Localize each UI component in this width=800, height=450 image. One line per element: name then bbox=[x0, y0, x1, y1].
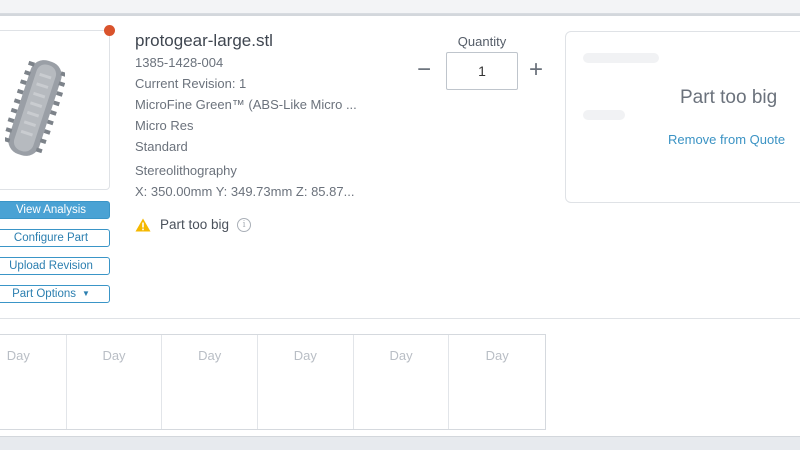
part-options-dropdown[interactable]: Part Options ▼ bbox=[0, 285, 110, 303]
part-resolution: Micro Res bbox=[135, 118, 194, 133]
quantity-label: Quantity bbox=[457, 34, 507, 49]
part-options-label: Part Options bbox=[12, 288, 76, 300]
lead-time-option[interactable]: Day bbox=[354, 335, 450, 429]
part-number: 1385-1428-004 bbox=[135, 55, 224, 70]
card-top-border bbox=[0, 14, 800, 16]
part-warning: Part too big i bbox=[135, 217, 252, 232]
lead-time-option[interactable]: Day bbox=[0, 335, 67, 429]
part-finish: Standard bbox=[135, 139, 188, 154]
quantity-input[interactable] bbox=[446, 52, 518, 90]
price-placeholder-line bbox=[583, 53, 659, 63]
warning-text: Part too big bbox=[160, 217, 230, 232]
lead-time-option[interactable]: Day bbox=[258, 335, 354, 429]
gear-model-icon bbox=[5, 60, 65, 156]
status-indicator-dot bbox=[104, 25, 115, 36]
lead-time-option[interactable]: Day bbox=[449, 335, 545, 429]
part-file-name: protogear-large.stl bbox=[135, 31, 273, 50]
remove-from-quote-link[interactable]: Remove from Quote bbox=[668, 132, 785, 147]
view-analysis-button[interactable]: View Analysis bbox=[0, 201, 110, 219]
view-analysis-label: View Analysis bbox=[15, 204, 87, 216]
configure-part-label: Configure Part bbox=[13, 232, 89, 244]
lead-time-grid: Day Day Day Day Day Day bbox=[0, 334, 546, 430]
warning-triangle-icon bbox=[135, 218, 151, 231]
configure-part-button[interactable]: Configure Part bbox=[0, 229, 110, 247]
caret-down-icon: ▼ bbox=[82, 289, 90, 298]
part-dimensions: X: 350.00mm Y: 349.73mm Z: 85.87... bbox=[135, 184, 355, 199]
price-status-text: Part too big bbox=[680, 87, 778, 108]
part-thumbnail[interactable] bbox=[0, 30, 110, 190]
top-bar bbox=[0, 0, 800, 14]
quantity-increase-button[interactable]: + bbox=[525, 57, 547, 85]
part-process: Stereolithography bbox=[135, 163, 237, 178]
price-placeholder-line bbox=[583, 110, 625, 120]
part-material: MicroFine Green™ (ABS-Like Micro ... bbox=[135, 97, 357, 112]
bottom-bar bbox=[0, 436, 800, 450]
lead-time-option[interactable]: Day bbox=[67, 335, 163, 429]
upload-revision-button[interactable]: Upload Revision bbox=[0, 257, 110, 275]
lead-time-option[interactable]: Day bbox=[162, 335, 259, 429]
section-divider bbox=[0, 318, 800, 319]
part-revision: Current Revision: 1 bbox=[135, 76, 247, 91]
quantity-decrease-button[interactable]: − bbox=[413, 57, 435, 85]
info-circle-icon[interactable]: i bbox=[237, 217, 252, 232]
upload-revision-label: Upload Revision bbox=[9, 260, 93, 272]
